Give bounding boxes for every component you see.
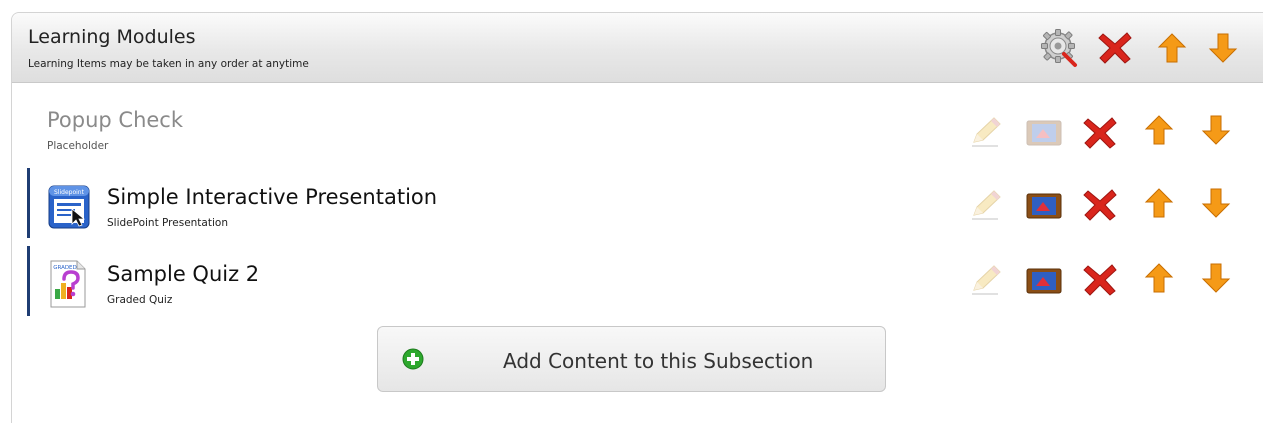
item-title-simple-presentation[interactable]: Simple Interactive Presentation (107, 185, 437, 209)
settings-icon[interactable] (1040, 28, 1080, 68)
add-content-label: Add Content to this Subsection (503, 349, 814, 373)
graded-icon-text: GRADED (53, 265, 77, 271)
item-title-popup-check[interactable]: Popup Check (47, 108, 183, 132)
item-accent-bar (27, 246, 30, 316)
move-down-icon[interactable] (1200, 261, 1232, 295)
move-up-icon[interactable] (1143, 113, 1175, 147)
panel-subtitle: Learning Items may be taken in any order… (28, 58, 309, 70)
item-subtitle-placeholder: Placeholder (47, 140, 109, 152)
move-down-icon[interactable] (1200, 186, 1232, 220)
add-content-button[interactable]: Add Content to this Subsection (377, 326, 886, 392)
panel-title: Learning Modules (28, 26, 196, 48)
move-down-icon[interactable] (1200, 113, 1232, 147)
delete-icon[interactable] (1082, 262, 1118, 298)
folder-icon[interactable] (1026, 191, 1062, 219)
delete-icon[interactable] (1082, 187, 1118, 223)
slidepoint-presentation-icon: Slidepoint (48, 185, 90, 229)
edit-pencil-icon[interactable] (968, 187, 1004, 223)
move-up-icon[interactable] (1143, 261, 1175, 295)
item-subtitle-graded-quiz: Graded Quiz (107, 294, 173, 306)
folder-icon (1026, 118, 1062, 146)
move-up-icon[interactable] (1143, 186, 1175, 220)
delete-icon[interactable] (1097, 30, 1133, 66)
plus-icon (402, 348, 424, 370)
move-down-icon[interactable] (1207, 31, 1239, 65)
delete-icon[interactable] (1082, 115, 1118, 151)
item-subtitle-slidepoint: SlidePoint Presentation (107, 217, 228, 229)
edit-pencil-icon (968, 114, 1004, 150)
edit-pencil-icon[interactable] (968, 262, 1004, 298)
folder-icon[interactable] (1026, 266, 1062, 294)
item-title-sample-quiz[interactable]: Sample Quiz 2 (107, 262, 259, 286)
move-up-icon[interactable] (1156, 31, 1188, 65)
graded-quiz-icon: GRADED (48, 259, 88, 309)
item-accent-bar (27, 168, 30, 238)
slidepoint-icon-text: Slidepoint (54, 189, 85, 196)
